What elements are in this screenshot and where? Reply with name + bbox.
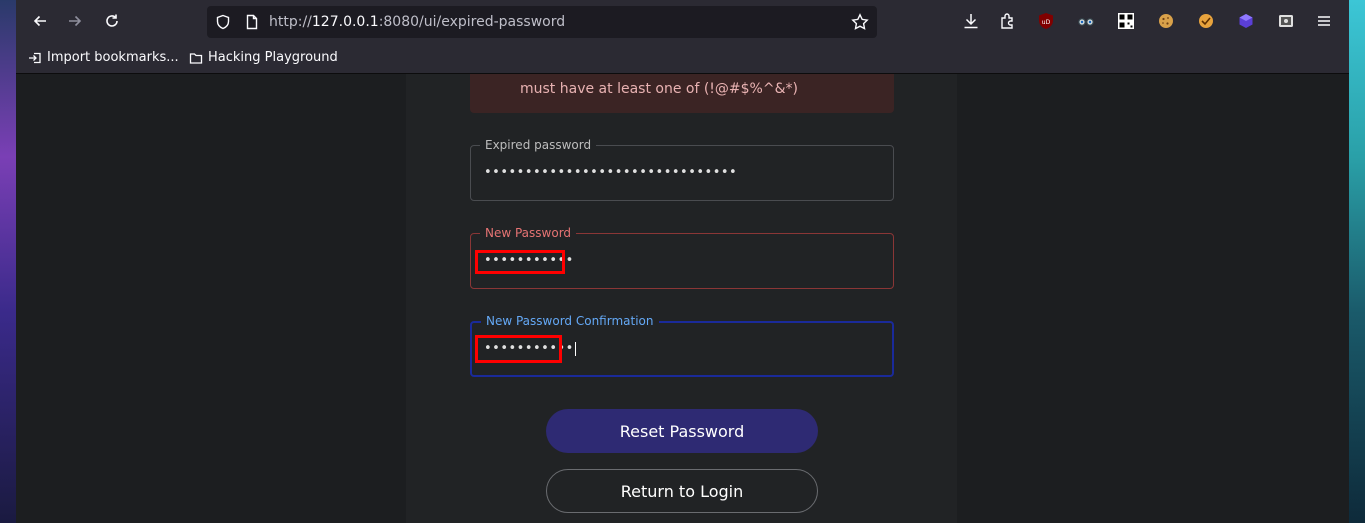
glasses-extension-icon[interactable] [1076,11,1096,31]
arrow-right-icon [69,15,82,27]
browser-toolbar: http://127.0.0.1:8080/ui/expired-passwor… [16,0,1349,43]
desktop-background-left [0,0,16,523]
svg-text:uD: uD [1042,19,1051,26]
expired-password-field[interactable]: Expired password •••••••••••••••••••••••… [470,138,894,201]
cube-extension-icon[interactable] [1236,11,1256,31]
forward-button[interactable] [60,6,90,36]
import-bookmarks-item[interactable]: Import bookmarks... [28,50,179,65]
expired-password-label: Expired password [480,138,597,152]
menu-icon[interactable] [1314,11,1334,31]
return-to-login-button[interactable]: Return to Login [546,469,818,513]
error-alert: must have at least one of (!@#$%^&*) [470,74,894,113]
back-button[interactable] [25,6,55,36]
download-icon[interactable] [961,11,981,31]
hacking-playground-folder[interactable]: Hacking Playground [189,50,338,65]
desktop-background-right [1349,0,1365,523]
import-bookmarks-label: Import bookmarks... [47,50,179,65]
hacking-playground-label: Hacking Playground [208,50,338,65]
arrow-left-icon [33,15,46,27]
extensions-icon[interactable] [998,11,1018,31]
url-text[interactable]: http://127.0.0.1:8080/ui/expired-passwor… [269,14,565,30]
ublock-origin-icon[interactable]: uD [1036,11,1056,31]
page-icon[interactable] [244,14,260,30]
reset-password-button[interactable]: Reset Password [546,409,818,453]
folder-icon [189,52,203,64]
reload-icon [106,14,118,27]
new-password-label: New Password [480,226,577,240]
expired-password-value[interactable]: ••••••••••••••••••••••••••••••• [484,165,737,180]
alert-text: must have at least one of (!@#$%^&*) [520,81,798,97]
cookie-icon[interactable] [1156,11,1176,31]
reload-button[interactable] [97,6,127,36]
address-bar[interactable]: http://127.0.0.1:8080/ui/expired-passwor… [207,6,877,38]
highlight-box-confirmation [475,335,562,363]
shield-icon[interactable] [215,14,231,30]
new-password-confirmation-label: New Password Confirmation [481,314,659,328]
browser-window: http://127.0.0.1:8080/ui/expired-passwor… [16,0,1349,523]
burp-extension-icon[interactable] [1196,11,1216,31]
qr-code-icon[interactable] [1116,11,1136,31]
bookmarks-toolbar: Import bookmarks... Hacking Playground [16,43,1349,74]
screenshot-extension-icon[interactable] [1276,11,1296,31]
page-content: must have at least one of (!@#$%^&*) Exp… [16,74,1349,523]
expired-password-card: must have at least one of (!@#$%^&*) Exp… [406,74,957,523]
import-icon [29,52,41,63]
bookmark-star-icon[interactable] [851,13,869,31]
highlight-box-new-password [475,250,565,274]
text-caret [574,341,576,356]
